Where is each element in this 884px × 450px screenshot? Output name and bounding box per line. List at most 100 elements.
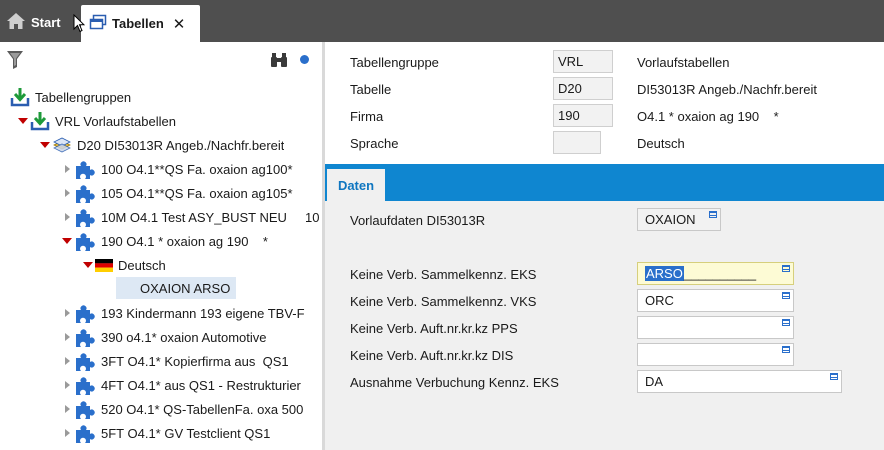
collapse-icon[interactable] bbox=[62, 188, 72, 198]
close-icon[interactable]: ✕ bbox=[173, 15, 186, 33]
puzzle-icon bbox=[74, 182, 96, 204]
top-tab-bar: Start Tabellen ✕ bbox=[0, 0, 884, 42]
tree-group[interactable]: VRL Vorlaufstabellen bbox=[18, 110, 176, 132]
tree-root-label: Tabellengruppen bbox=[35, 89, 132, 105]
collapse-icon[interactable] bbox=[62, 428, 72, 438]
collapse-icon[interactable] bbox=[62, 332, 72, 342]
tab-start-label: Start bbox=[31, 14, 61, 30]
detail-panel: Vorlaufdaten DI53013R OXAION Keine Verb.… bbox=[325, 201, 884, 450]
tree-toolbar bbox=[0, 42, 322, 76]
field-menu-icon[interactable] bbox=[782, 292, 790, 299]
tree-item-label: 193 Kindermann 193 eigene TBV-F bbox=[101, 305, 305, 321]
tree-item-label: 10M O4.1 Test ASY_BUST NEU 10 bbox=[101, 209, 320, 225]
vks-sammel-input[interactable]: ORC bbox=[637, 289, 794, 312]
firma-label: Firma bbox=[350, 109, 384, 124]
mouse-cursor-icon bbox=[73, 13, 86, 36]
expand-icon[interactable] bbox=[83, 260, 93, 270]
field-menu-icon[interactable] bbox=[782, 319, 790, 326]
tab-tabellen[interactable]: Tabellen ✕ bbox=[81, 5, 200, 42]
detail-tabstrip: Daten bbox=[325, 164, 884, 201]
eks-sammel-input[interactable]: ARSO__________ bbox=[637, 262, 794, 285]
tree-item-label: 390 o4.1* oxaion Automotive bbox=[101, 329, 267, 345]
tree-item-193[interactable]: 193 Kindermann 193 eigene TBV-F bbox=[62, 302, 320, 324]
field-menu-icon[interactable] bbox=[782, 265, 790, 272]
collapse-icon[interactable] bbox=[62, 164, 72, 174]
tree-item-label: Deutsch bbox=[118, 257, 166, 273]
tree-item-390[interactable]: 390 o4.1* oxaion Automotive bbox=[62, 326, 320, 348]
expand-icon[interactable] bbox=[40, 140, 50, 150]
tree-item-4ft[interactable]: 4FT O4.1* aus QS1 - Restrukturier bbox=[62, 374, 320, 396]
field-menu-icon[interactable] bbox=[782, 346, 790, 353]
pps-auft-input[interactable] bbox=[637, 316, 794, 339]
tree-item-100[interactable]: 100 O4.1**QS Fa. oxaion ag100* bbox=[62, 158, 320, 180]
status-dot-icon[interactable] bbox=[300, 55, 309, 64]
tree-item-oxaion-arso[interactable]: OXAION ARSO bbox=[116, 276, 237, 300]
tree-item-label: 100 O4.1**QS Fa. oxaion ag100* bbox=[101, 161, 293, 177]
download-green-icon bbox=[30, 111, 50, 131]
firma-field: 190 bbox=[553, 104, 613, 127]
tree-item-label: 520 O4.1* QS-TabellenFa. oxa 500 bbox=[101, 401, 304, 417]
tree-item-label: 190 O4.1 * oxaion ag 190 * bbox=[101, 233, 268, 249]
tabellengruppe-field: VRL bbox=[553, 50, 613, 73]
eks-sammel-label: Keine Verb. Sammelkennz. EKS bbox=[350, 267, 537, 282]
vorlaufdaten-value: OXAION bbox=[645, 212, 696, 227]
tree-item-520[interactable]: 520 O4.1* QS-TabellenFa. oxa 500 bbox=[62, 398, 320, 420]
ausnahme-eks-value: DA bbox=[645, 374, 664, 389]
tree-item-105[interactable]: 105 O4.1**QS Fa. oxaion ag105* bbox=[62, 182, 320, 204]
tree-item-label: 105 O4.1**QS Fa. oxaion ag105* bbox=[101, 185, 293, 201]
vks-sammel-value: ORC bbox=[645, 293, 674, 308]
field-menu-icon[interactable] bbox=[709, 211, 717, 218]
vorlaufdaten-field[interactable]: OXAION bbox=[637, 208, 721, 231]
home-icon bbox=[6, 12, 26, 33]
field-menu-icon[interactable] bbox=[830, 373, 838, 380]
tabelle-label: Tabelle bbox=[350, 82, 392, 97]
tab-daten[interactable]: Daten bbox=[327, 169, 385, 201]
ausnahme-eks-input[interactable]: DA bbox=[637, 370, 842, 393]
tree-item-5ft[interactable]: 5FT O4.1* GV Testclient QS1 bbox=[62, 422, 320, 444]
collapse-icon[interactable] bbox=[62, 380, 72, 390]
puzzle-icon bbox=[74, 422, 96, 444]
tab-start[interactable]: Start bbox=[6, 8, 61, 36]
expand-icon[interactable] bbox=[62, 236, 72, 246]
download-green-icon bbox=[10, 87, 30, 107]
tabelle-desc: DI53013R Angeb./Nachfr.bereit bbox=[637, 82, 817, 97]
tree-item-label: 4FT O4.1* aus QS1 - Restrukturier bbox=[101, 377, 301, 393]
window-icon bbox=[89, 14, 107, 33]
tabellengruppe-desc: Vorlaufstabellen bbox=[637, 55, 730, 70]
tree-item-190[interactable]: 190 O4.1 * oxaion ag 190 * bbox=[62, 230, 320, 252]
tree-item-label: 5FT O4.1* GV Testclient QS1 bbox=[101, 425, 271, 441]
table-stack-icon bbox=[52, 136, 72, 154]
german-flag-icon bbox=[95, 258, 113, 272]
collapse-icon[interactable] bbox=[62, 308, 72, 318]
tree-table-label: D20 DI53013R Angeb./Nachfr.bereit bbox=[77, 137, 285, 153]
tabellengruppe-label: Tabellengruppe bbox=[350, 55, 439, 70]
selected-node: OXAION ARSO bbox=[116, 277, 237, 299]
tree-table[interactable]: D20 DI53013R Angeb./Nachfr.bereit bbox=[40, 134, 284, 156]
dis-auft-input[interactable] bbox=[637, 343, 794, 366]
puzzle-icon bbox=[74, 374, 96, 396]
vks-sammel-label: Keine Verb. Sammelkennz. VKS bbox=[350, 294, 537, 309]
tab-tabellen-label: Tabellen bbox=[112, 16, 164, 31]
vorlaufdaten-label: Vorlaufdaten DI53013R bbox=[350, 213, 486, 228]
tree-item-3ft[interactable]: 3FT O4.1* Kopierfirma aus QS1 bbox=[62, 350, 320, 372]
tree-root[interactable]: Tabellengruppen bbox=[10, 86, 131, 108]
binoculars-icon[interactable] bbox=[270, 52, 288, 71]
filter-icon[interactable] bbox=[6, 50, 24, 73]
pps-auft-label: Keine Verb. Auft.nr.kr.kz PPS bbox=[350, 321, 518, 336]
expand-icon[interactable] bbox=[18, 116, 28, 126]
sprache-desc: Deutsch bbox=[637, 136, 685, 151]
collapse-icon[interactable] bbox=[62, 356, 72, 366]
dis-auft-label: Keine Verb. Auft.nr.kr.kz DIS bbox=[350, 348, 514, 363]
eks-sammel-padding: __________ bbox=[683, 266, 757, 281]
tree-item-deutsch[interactable]: Deutsch bbox=[83, 254, 166, 276]
collapse-icon[interactable] bbox=[62, 404, 72, 414]
puzzle-icon bbox=[74, 230, 96, 252]
collapse-icon[interactable] bbox=[62, 212, 72, 222]
eks-sammel-selected-value: ARSO bbox=[645, 266, 684, 281]
ausnahme-eks-label: Ausnahme Verbuchung Kennz. EKS bbox=[350, 375, 559, 390]
tree-item-10m[interactable]: 10M O4.1 Test ASY_BUST NEU 10 bbox=[62, 206, 320, 228]
table-header-panel: Tabellengruppe VRL Vorlaufstabellen Tabe… bbox=[325, 42, 884, 164]
puzzle-icon bbox=[74, 158, 96, 180]
tree-group-label: VRL Vorlaufstabellen bbox=[55, 113, 176, 129]
tree-item-label: 3FT O4.1* Kopierfirma aus QS1 bbox=[101, 353, 289, 369]
